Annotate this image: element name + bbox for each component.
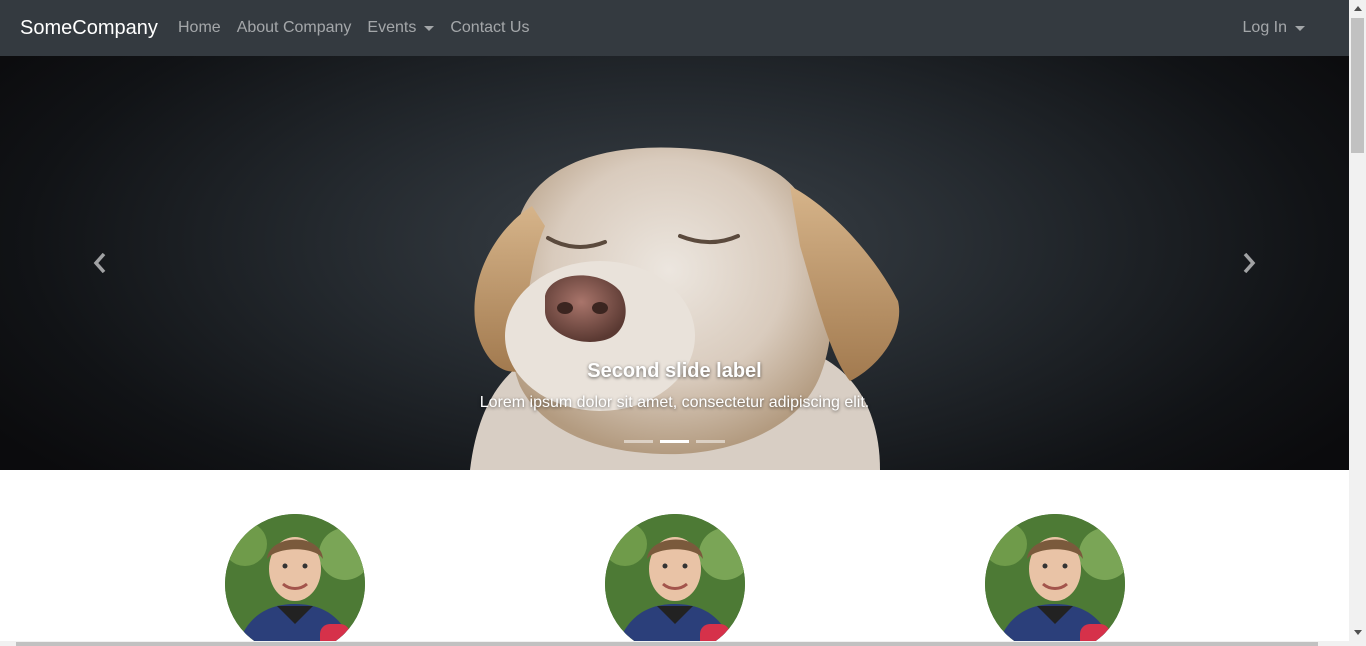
brand-link[interactable]: SomeCompany: [20, 14, 158, 42]
carousel-indicator-1[interactable]: [624, 440, 653, 443]
horizontal-scrollbar[interactable]: [0, 641, 1349, 646]
carousel-indicator-2[interactable]: [660, 440, 689, 443]
nav-events-label: Events: [367, 19, 417, 36]
boy-portrait-image: [225, 514, 365, 641]
scroll-down-arrow-icon[interactable]: [1349, 624, 1366, 641]
navbar: SomeCompany Home About Company Events Co…: [0, 0, 1349, 56]
chevron-right-icon: [1243, 253, 1256, 273]
vertical-scrollbar[interactable]: [1349, 0, 1366, 646]
carousel: Second slide label Lorem ipsum dolor sit…: [0, 56, 1349, 470]
vertical-scroll-thumb[interactable]: [1351, 18, 1364, 153]
page: SomeCompany Home About Company Events Co…: [0, 0, 1349, 641]
scroll-up-arrow-icon[interactable]: [1349, 0, 1366, 17]
caret-down-icon: [424, 25, 435, 31]
carousel-indicator-3[interactable]: [696, 440, 725, 443]
nav-about-link[interactable]: About Company: [229, 16, 360, 40]
boy-portrait-image: [985, 514, 1125, 641]
nav-contact-link[interactable]: Contact Us: [442, 16, 537, 40]
nav-links: Home About Company Events Contact Us: [170, 16, 537, 40]
slide-caption-text: Lorem ipsum dolor sit amet, consectetur …: [479, 394, 870, 411]
nav-events-dropdown[interactable]: Events: [359, 16, 442, 40]
nav-home-link[interactable]: Home: [170, 16, 229, 40]
login-dropdown[interactable]: Log In: [1235, 16, 1313, 40]
slide-caption-title: Second slide label: [587, 360, 762, 382]
boy-portrait-image: [605, 514, 745, 641]
avatar: [225, 514, 365, 641]
chevron-left-icon: [93, 253, 106, 273]
caret-down-icon: [1295, 25, 1305, 31]
login-label: Log In: [1242, 19, 1287, 36]
horizontal-scroll-thumb[interactable]: [16, 642, 1318, 646]
avatar: [605, 514, 745, 641]
avatar: [985, 514, 1125, 641]
carousel-indicators: [0, 440, 1349, 443]
